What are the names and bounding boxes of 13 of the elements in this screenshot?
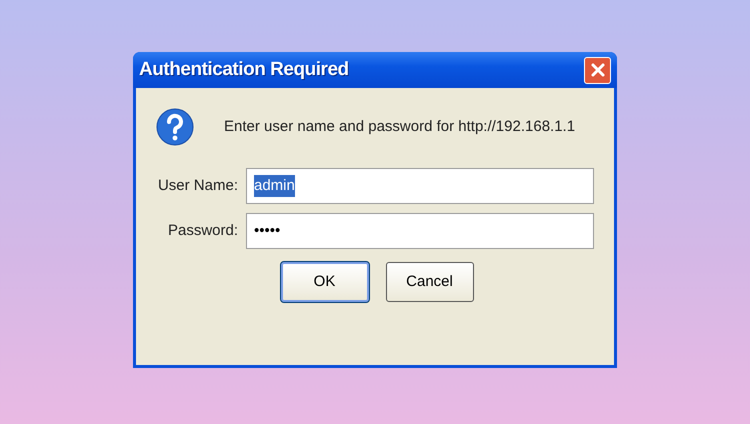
field-label: User Name: (156, 176, 239, 196)
prompt-message: Enter user name and password for http://192.168.1.1 (224, 116, 576, 137)
dialog-button[interactable]: OK (280, 262, 368, 302)
field-value: admin (254, 174, 295, 198)
dialog-button[interactable]: Cancel (386, 262, 474, 302)
field-value: ••••• (254, 220, 280, 241)
field-label: Password: (166, 220, 239, 241)
input-field[interactable]: ••••• (246, 213, 594, 249)
close-icon (590, 62, 606, 78)
input-field[interactable]: admin (246, 168, 594, 204)
close-button[interactable] (584, 56, 611, 84)
window-title: Authentication Required (139, 58, 349, 82)
help-icon (156, 108, 194, 146)
